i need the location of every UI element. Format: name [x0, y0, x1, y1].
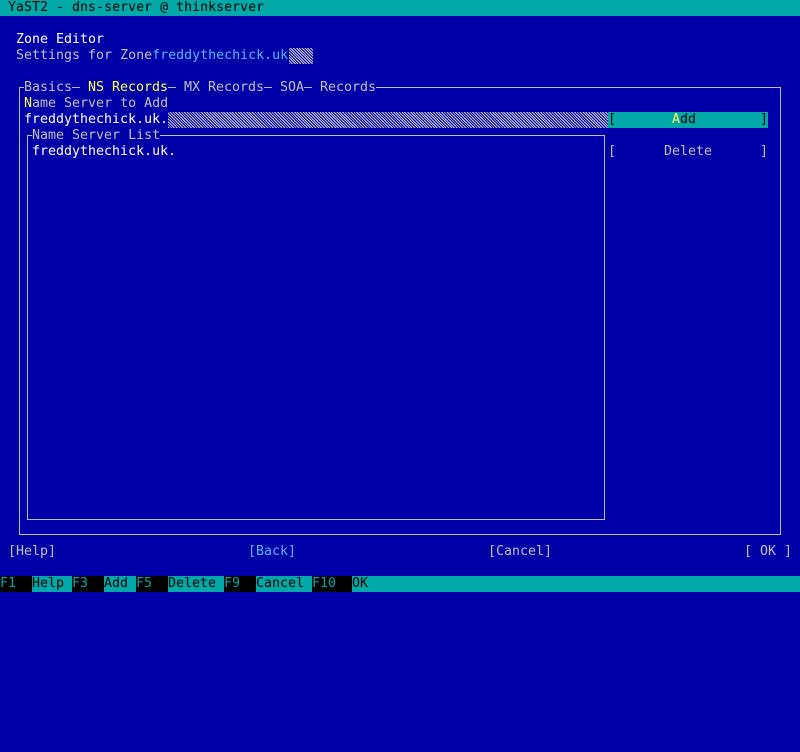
fkey-f5-label[interactable]: Delete — [168, 576, 216, 592]
add-button-hotkey: A — [672, 112, 681, 127]
add-button[interactable]: [ Add ] — [608, 112, 768, 128]
ns-list-item[interactable]: freddythechick.uk. — [32, 144, 176, 160]
delete-button[interactable]: [ Delete ] — [608, 144, 768, 160]
fkey-f5-key[interactable]: F5 — [136, 576, 168, 592]
tab-mx-records[interactable]: MX Records — [184, 80, 264, 96]
subtitle-prefix: Settings for Zone — [16, 48, 153, 63]
help-button[interactable]: [Help] — [8, 544, 56, 560]
subtitle-scroll-indicator — [289, 48, 313, 64]
window-title-bar: YaST2 - dns-server @ thinkserver — [0, 0, 800, 16]
fkey-f3-key[interactable]: F3 — [72, 576, 104, 592]
fkey-f1-label[interactable]: Help — [32, 576, 64, 592]
fkey-f10-label[interactable]: OK — [352, 576, 368, 592]
window-title: YaST2 - dns-server @ thinkserver — [8, 0, 265, 15]
delete-button-bracket-right: ] — [760, 144, 769, 159]
tab-ns-records[interactable]: NS Records — [88, 80, 168, 96]
cancel-button[interactable]: [Cancel] — [488, 544, 552, 560]
add-button-bracket-left: [ — [608, 112, 617, 127]
tab-separator: — — [168, 80, 177, 95]
dialog-title: Zone Editor — [16, 32, 105, 47]
fkey-f9-key[interactable]: F9 — [224, 576, 256, 592]
tab-basics[interactable]: Basics — [24, 80, 72, 96]
back-button[interactable]: [Back] — [248, 544, 296, 560]
ns-input-field[interactable]: freddythechick.uk. — [24, 112, 608, 128]
add-button-text: dd — [680, 112, 697, 127]
tab-separator: — — [72, 80, 81, 95]
zone-name: freddythechick.uk — [152, 48, 289, 63]
tab-soa[interactable]: SOA — [280, 80, 304, 96]
ns-list-box[interactable] — [27, 135, 605, 520]
fkey-f3-label[interactable]: Add — [104, 576, 128, 592]
tab-strip: Basics — NS Records — MX Records — SOA —… — [24, 80, 376, 96]
add-button-label: Add — [672, 112, 696, 128]
delete-button-label: Delete — [664, 144, 713, 159]
ns-input-label-text: ame Server to Add — [32, 96, 169, 111]
fkey-f1-key[interactable]: F1 — [0, 576, 32, 592]
ns-list-label: Name Server List — [32, 128, 161, 144]
add-button-bracket-right: ] — [760, 112, 769, 127]
fkey-f9-label[interactable]: Cancel — [256, 576, 304, 592]
ns-input-label: Name Server to Add — [24, 96, 168, 112]
ok-button[interactable]: [ OK ] — [744, 544, 792, 560]
ns-input-value: freddythechick.uk. — [24, 112, 169, 128]
dialog-subtitle: Settings for Zonefreddythechick.uk — [16, 48, 288, 64]
function-key-bar: F1 Help F3 Add F5 Delete F9 Cancel F10 O… — [0, 576, 800, 592]
tab-separator: — — [264, 80, 273, 95]
ns-input-label-hotkey: N — [24, 96, 33, 111]
fkey-f10-key[interactable]: F10 — [312, 576, 352, 592]
tab-separator: — — [304, 80, 313, 95]
delete-button-bracket-left: [ — [608, 144, 617, 159]
tab-records[interactable]: Records — [320, 80, 376, 96]
